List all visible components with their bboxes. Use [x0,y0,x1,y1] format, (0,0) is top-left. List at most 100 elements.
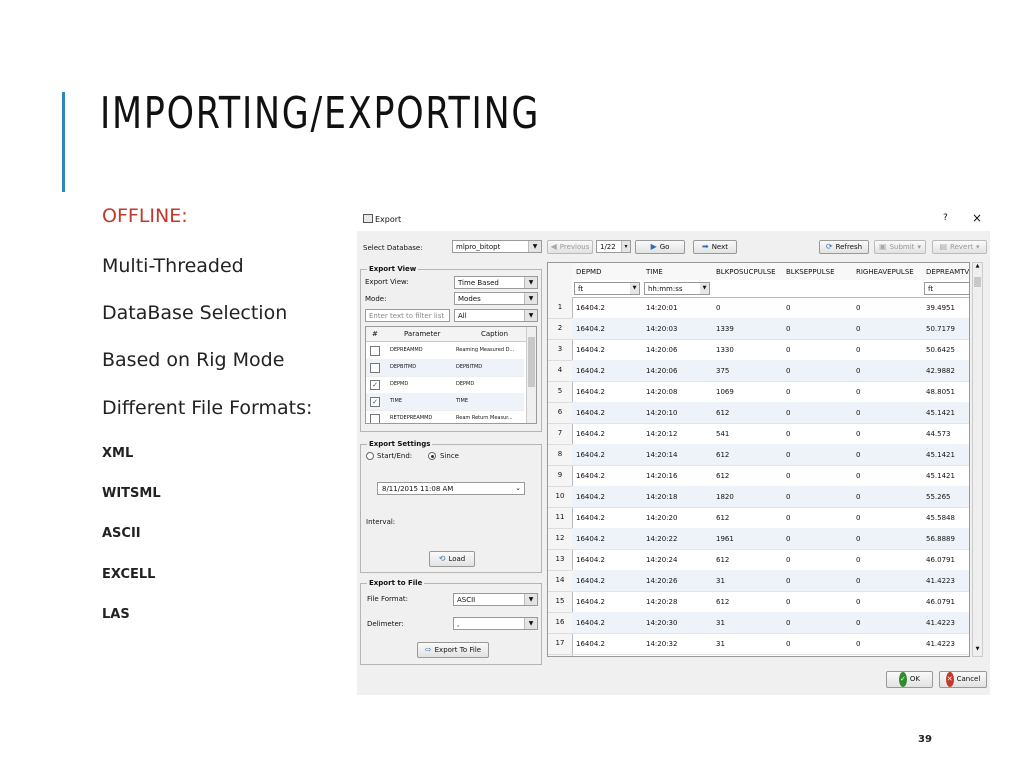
go-button[interactable]: ▶ Go [635,240,685,254]
page-field[interactable]: 1/22 ▾ [596,240,631,253]
parameter-name: DEPMD [390,381,409,387]
table-row[interactable]: 16404.2 14:20:16 612 0 0 45.1421 [572,465,969,487]
parameter-row[interactable]: ✓ TIME TIME [366,393,524,411]
refresh-button[interactable]: ⟳ Refresh [819,240,869,254]
export-view-value: Time Based [458,279,499,287]
row-number[interactable]: 1 [548,297,572,319]
filter-input[interactable]: Enter text to filter list [365,309,450,322]
table-row[interactable]: 16404.2 14:20:01 0 0 0 39.4951 [572,297,969,319]
column-header-label: BLKPOSUCPULSE [716,268,776,276]
table-cell: 1339 [716,325,734,333]
row-number[interactable]: 4 [548,360,572,382]
parameter-checkbox[interactable]: ✓ [370,380,380,390]
row-number[interactable]: 2 [548,318,572,340]
parameter-list-header: # Parameter Caption [366,327,526,342]
row-number[interactable]: 3 [548,339,572,361]
scroll-down-icon[interactable]: ▼ [973,646,982,656]
row-number[interactable]: 7 [548,423,572,445]
table-cell: 0 [786,640,791,648]
table-row[interactable]: 16404.2 14:20:03 1339 0 0 50.7179 [572,318,969,340]
row-number[interactable]: 17 [548,633,572,655]
export-to-file-button[interactable]: ⇨ Export To File [417,642,489,658]
table-row[interactable]: 16404.2 14:20:06 1330 0 0 50.6425 [572,339,969,361]
table-cell: 0 [856,598,861,606]
row-number[interactable]: 10 [548,486,572,508]
table-row[interactable]: 16404.2 14:20:24 612 0 0 46.0791 [572,549,969,571]
next-button[interactable]: ➡ Next [693,240,737,254]
row-number[interactable]: 5 [548,381,572,403]
unit-select[interactable]: ft ▼ [574,282,640,295]
row-number[interactable]: 8 [548,444,572,466]
parameter-checkbox[interactable] [370,414,380,423]
table-cell: 50.6425 [926,346,955,354]
scrollbar-thumb[interactable] [528,337,535,387]
load-button[interactable]: ⟲ Load [429,551,475,567]
revert-button[interactable]: ▤ Revert ▾ [932,240,987,254]
table-row[interactable]: 16404.2 14:20:26 31 0 0 41.4223 [572,570,969,592]
row-number[interactable]: 11 [548,507,572,529]
since-datetime-picker[interactable]: 8/11/2015 11:08 AM ⌄ [377,482,525,495]
parameter-name: DEPREAMMD [390,347,423,353]
unit-select[interactable]: ft [924,282,969,295]
parameter-checkbox[interactable] [370,346,380,356]
table-cell: 0 [856,346,861,354]
row-number[interactable]: 14 [548,570,572,592]
scroll-up-icon[interactable]: ▲ [973,263,982,273]
table-cell: 16404.2 [576,409,605,417]
parameter-row[interactable]: DEPBITMD DEPBITMD [366,359,524,377]
table-row[interactable]: 16404.2 14:20:18 1820 0 0 55.265 [572,486,969,508]
table-cell: 14:20:16 [646,472,678,480]
table-row[interactable]: 16404.2 14:20:08 1069 0 0 48.8051 [572,381,969,403]
export-view-select[interactable]: Time Based ▼ [454,276,538,289]
row-number[interactable]: 9 [548,465,572,487]
dialog-title: Export [375,215,402,224]
previous-button[interactable]: ◀ Previous [547,240,593,254]
table-cell: 16404.2 [576,451,605,459]
table-row[interactable]: 16404.2 14:20:10 612 0 0 45.1421 [572,402,969,424]
parameter-caption: DEPBITMD [456,364,483,370]
table-cell: 0 [856,619,861,627]
database-select[interactable]: mlpro_bitopt ▼ [452,240,542,253]
bullet-item: Based on Rig Mode [102,349,285,371]
start-end-radio[interactable] [366,452,374,460]
page-number: 39 [918,734,932,745]
since-radio[interactable] [428,452,436,460]
help-button[interactable]: ? [943,213,948,223]
table-cell: 14:20:12 [646,430,678,438]
table-row[interactable]: 16404.2 14:20:12 541 0 0 44.573 [572,423,969,445]
row-number[interactable]: 6 [548,402,572,424]
parameter-row[interactable]: DEPREAMMD Reaming Measured D... [366,342,524,360]
row-number[interactable]: 13 [548,549,572,571]
table-cell: 0 [856,577,861,585]
mode-select[interactable]: Modes ▼ [454,292,538,305]
parameter-name: DEPBITMD [390,364,417,370]
row-number[interactable]: 15 [548,591,572,613]
close-button[interactable]: × [972,211,982,225]
parameter-checkbox[interactable] [370,363,380,373]
bullet-item: Multi-Threaded [102,255,244,277]
ok-button[interactable]: ✓ OK [886,671,933,688]
table-row[interactable]: 16404.2 14:20:28 612 0 0 46.0791 [572,591,969,613]
table-row[interactable]: 16404.2 14:20:22 1961 0 0 56.8889 [572,528,969,550]
table-row[interactable]: 16404.2 14:20:32 31 0 0 41.4223 [572,633,969,655]
delimeter-select[interactable]: , ▼ [453,617,538,630]
table-cell: 14:20:06 [646,367,678,375]
parameter-checkbox[interactable]: ✓ [370,397,380,407]
table-row[interactable]: 16404.2 14:20:20 612 0 0 45.5848 [572,507,969,529]
parameter-row[interactable]: ✓ DEPMD DEPMD [366,376,524,394]
table-row[interactable]: 16404.2 14:20:06 375 0 0 42.9882 [572,360,969,382]
file-format-select[interactable]: ASCII ▼ [453,593,538,606]
parameter-list-scrollbar[interactable] [526,327,536,423]
submit-button[interactable]: ▣ Submit ▾ [874,240,926,254]
table-row[interactable]: 16404.2 14:20:14 612 0 0 45.1421 [572,444,969,466]
filter-scope-select[interactable]: All ▼ [454,309,538,322]
export-view-title: Export View [367,265,419,273]
row-number[interactable]: 12 [548,528,572,550]
scrollbar-thumb[interactable] [974,277,981,287]
grid-vertical-scrollbar[interactable]: ▲ ▼ [972,262,983,657]
cancel-button[interactable]: ✕ Cancel [939,671,987,688]
unit-select[interactable]: hh:mm:ss ▼ [644,282,710,295]
parameter-row[interactable]: RETDEPREAMMD Ream Return Measur... [366,410,524,423]
row-number[interactable]: 16 [548,612,572,634]
table-row[interactable]: 16404.2 14:20:30 31 0 0 41.4223 [572,612,969,634]
